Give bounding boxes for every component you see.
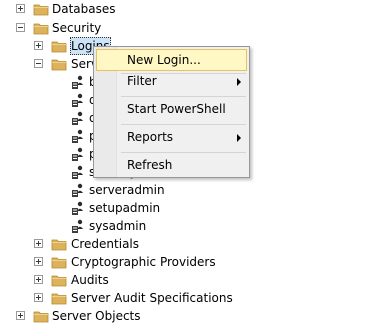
menu-item-start-powershell[interactable]: Start PowerShell [96, 98, 247, 120]
tree-node-role[interactable]: sysadmin [0, 217, 389, 235]
folder-icon [51, 239, 67, 251]
tree-node-credentials[interactable]: Credentials [0, 235, 389, 253]
folder-icon [51, 293, 67, 305]
tree-node-label: sysadmin [89, 219, 147, 233]
folder-icon [33, 311, 49, 323]
tree-node-label: Server Objects [52, 309, 141, 323]
collapse-icon[interactable] [16, 23, 25, 32]
folder-icon [33, 4, 49, 16]
menu-item-label: Start PowerShell [127, 102, 226, 116]
server-role-icon [72, 219, 83, 233]
menu-separator [121, 96, 246, 97]
server-role-icon [72, 75, 83, 89]
folder-icon [51, 59, 67, 71]
collapse-icon[interactable] [34, 59, 43, 68]
menu-item-reports[interactable]: Reports [96, 126, 247, 148]
server-role-icon [72, 93, 83, 107]
menu-separator [121, 152, 246, 153]
expand-icon[interactable] [34, 275, 43, 284]
expand-icon[interactable] [34, 41, 43, 50]
folder-icon [51, 257, 67, 269]
tree-node-server-audit-specifications[interactable]: Server Audit Specifications [0, 289, 389, 307]
menu-item-label: Reports [127, 130, 174, 144]
menu-item-refresh[interactable]: Refresh [96, 154, 247, 176]
menu-separator [121, 124, 246, 125]
expand-icon[interactable] [34, 257, 43, 266]
submenu-arrow-icon [237, 78, 241, 86]
tree-node-databases[interactable]: Databases [0, 0, 389, 18]
menu-item-label: Filter [127, 74, 157, 88]
tree-node-label: Security [52, 21, 102, 35]
server-role-icon [72, 165, 83, 179]
tree-node-label: Credentials [71, 237, 140, 251]
tree-node-label: serveradmin [89, 183, 165, 197]
tree-node-label: Audits [71, 273, 109, 287]
tree-node-label: Cryptographic Providers [71, 255, 216, 269]
server-role-icon [72, 147, 83, 161]
tree-node-server-objects[interactable]: Server Objects [0, 307, 389, 325]
tree-node-cryptographic-providers[interactable]: Cryptographic Providers [0, 253, 389, 271]
expand-icon[interactable] [16, 4, 25, 13]
expand-icon[interactable] [16, 311, 25, 320]
folder-icon [33, 23, 49, 35]
tree-node-audits[interactable]: Audits [0, 271, 389, 289]
tree-node-role[interactable]: setupadmin [0, 199, 389, 217]
tree-node-label: Server Audit Specifications [71, 291, 233, 305]
server-role-icon [72, 201, 83, 215]
menu-item-label: New Login... [127, 53, 201, 67]
server-role-icon [72, 111, 83, 125]
tree-node-label: Databases [52, 2, 116, 16]
server-role-icon [72, 129, 83, 143]
menu-item-filter[interactable]: Filter [96, 70, 247, 92]
tree-node-label: setupadmin [89, 201, 161, 215]
menu-item-new-login[interactable]: New Login... [96, 49, 247, 71]
server-role-icon [72, 183, 83, 197]
folder-icon [51, 41, 67, 53]
tree-node-role[interactable]: serveradmin [0, 181, 389, 199]
tree-node-security[interactable]: Security [0, 19, 389, 37]
context-menu: New Login... Filter Start PowerShell Rep… [93, 46, 250, 178]
submenu-arrow-icon [237, 134, 241, 142]
expand-icon[interactable] [34, 239, 43, 248]
expand-icon[interactable] [34, 293, 43, 302]
menu-item-label: Refresh [127, 158, 173, 172]
folder-icon [51, 275, 67, 287]
